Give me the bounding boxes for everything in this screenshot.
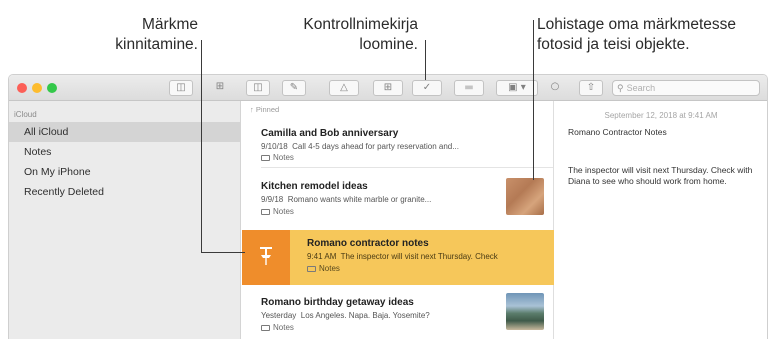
sidebar-toggle-icon: ◫ xyxy=(176,82,186,93)
sidebar-toggle-button[interactable]: ◫ xyxy=(169,80,193,96)
sidebar-item-all-icloud[interactable]: All iCloud xyxy=(9,122,241,142)
sidebar-item-label: On My iPhone xyxy=(24,166,91,178)
note-detail-pane[interactable]: September 12, 2018 at 9:41 AM Romano Con… xyxy=(555,101,767,339)
search-field[interactable]: ⚲ Search xyxy=(612,80,760,96)
note-item-camilla-bob[interactable]: Camilla and Bob anniversary 9/10/18 Call… xyxy=(242,101,554,165)
note-snippet: Los Angeles. Napa. Baja. Yosemite? xyxy=(300,311,430,320)
search-placeholder: Search xyxy=(626,83,656,93)
attachments-button[interactable]: ⊞ xyxy=(211,80,229,96)
callout-checklist-line-1: Kontrollnimekirja xyxy=(303,16,418,33)
lock-button[interactable]: △ xyxy=(329,80,359,96)
share-icon: ⇧ xyxy=(586,82,596,93)
trash-icon: ◫ xyxy=(253,82,263,93)
delete-button[interactable]: ◫ xyxy=(246,80,270,96)
search-icon: ⚲ xyxy=(617,83,624,93)
callout-drag-leader xyxy=(533,20,534,180)
note-meta: 9/10/18 Call 4-5 days ahead for party re… xyxy=(261,142,459,151)
note-date: Yesterday xyxy=(261,311,297,320)
notes-window: ◫ ⊞ ◫ ✎ △ ⊞ ✓ ▬ ▣ ▾ ○ ⇧ ⚲ Search iCloud … xyxy=(8,74,768,339)
collaborate-button[interactable]: ○ xyxy=(546,80,564,96)
note-thumbnail-image xyxy=(506,293,544,330)
note-folder-label: Notes xyxy=(273,207,294,216)
note-snippet: The inspector will visit next Thursday. … xyxy=(340,252,498,261)
callout-pin-line-1: Märkme xyxy=(142,16,198,33)
zoom-window-button[interactable] xyxy=(47,83,57,93)
minimize-window-button[interactable] xyxy=(32,83,42,93)
note-title: Kitchen remodel ideas xyxy=(261,181,368,192)
sidebar-item-label: Recently Deleted xyxy=(24,186,104,198)
note-folder-label: Notes xyxy=(273,323,294,332)
format-icon: ▬ xyxy=(464,82,474,93)
media-icon: ▣ ▾ xyxy=(508,82,526,93)
callout-checklist-line-2: loomine. xyxy=(359,36,418,53)
note-item-romano-contractor[interactable]: Romano contractor notes 9:41 AM The insp… xyxy=(242,230,554,285)
sidebar-item-label: Notes xyxy=(24,146,52,158)
pin-note-button[interactable] xyxy=(242,230,290,285)
format-button[interactable]: ▬ xyxy=(454,80,484,96)
note-folder: Notes xyxy=(307,264,340,273)
callout-pin-note: Märkme kinnitamine. xyxy=(64,15,198,55)
checklist-button[interactable]: ✓ xyxy=(412,80,442,96)
new-note-icon: ✎ xyxy=(289,82,299,93)
note-detail-date: September 12, 2018 at 9:41 AM xyxy=(604,111,718,120)
sidebar-item-notes[interactable]: Notes xyxy=(9,142,241,162)
note-thumbnail-image xyxy=(506,178,544,215)
note-meta: Yesterday Los Angeles. Napa. Baja. Yosem… xyxy=(261,311,430,320)
note-meta: 9/9/18 Romano wants white marble or gran… xyxy=(261,195,431,204)
note-folder-label: Notes xyxy=(273,153,294,162)
note-item-kitchen-remodel[interactable]: Kitchen remodel ideas 9/9/18 Romano want… xyxy=(242,168,554,230)
callout-create-checklist: Kontrollnimekirja loomine. xyxy=(252,15,418,55)
close-window-button[interactable] xyxy=(17,83,27,93)
collaborate-icon: ○ xyxy=(550,81,560,92)
note-folder: Notes xyxy=(261,207,294,216)
sidebar-item-recently-deleted[interactable]: Recently Deleted xyxy=(9,182,241,202)
share-button[interactable]: ⇧ xyxy=(579,80,603,96)
callout-pin-line-2: kinnitamine. xyxy=(115,36,198,53)
pin-icon xyxy=(260,247,272,265)
media-button[interactable]: ▣ ▾ xyxy=(496,80,538,96)
note-detail-body: The inspector will visit next Thursday. … xyxy=(568,165,753,186)
callout-pin-leader-vertical xyxy=(201,40,202,253)
note-item-romano-birthday[interactable]: Romano birthday getaway ideas Yesterday … xyxy=(242,287,554,339)
folder-icon xyxy=(261,324,270,331)
sidebar-item-on-my-iphone[interactable]: On My iPhone xyxy=(9,162,241,182)
callout-drag-line-2: fotosid ja teisi objekte. xyxy=(537,36,690,53)
note-folder: Notes xyxy=(261,153,294,162)
note-list: ↑ Pinned Camilla and Bob anniversary 9/1… xyxy=(242,101,554,339)
table-button[interactable]: ⊞ xyxy=(373,80,403,96)
checklist-icon: ✓ xyxy=(422,82,432,93)
note-detail-title: Romano Contractor Notes xyxy=(568,127,667,137)
callout-pin-leader-horizontal xyxy=(201,252,245,253)
note-folder: Notes xyxy=(261,323,294,332)
note-date: 9/10/18 xyxy=(261,142,288,151)
note-snippet: Romano wants white marble or granite... xyxy=(287,195,432,204)
note-date: 9/9/18 xyxy=(261,195,284,204)
folder-icon xyxy=(261,154,270,161)
sidebar-item-label: All iCloud xyxy=(24,126,69,138)
attachments-grid-icon: ⊞ xyxy=(215,81,225,92)
toolbar: ◫ ⊞ ◫ ✎ △ ⊞ ✓ ▬ ▣ ▾ ○ ⇧ ⚲ Search xyxy=(9,75,767,101)
sidebar: iCloud All iCloud Notes On My iPhone Rec… xyxy=(9,101,241,339)
callout-checklist-leader xyxy=(425,40,426,80)
folder-icon xyxy=(307,265,316,272)
callout-drag-items: Lohistage oma märkmetesse fotosid ja tei… xyxy=(537,15,773,55)
lock-icon: △ xyxy=(340,82,348,93)
new-note-button[interactable]: ✎ xyxy=(282,80,306,96)
note-meta: 9:41 AM The inspector will visit next Th… xyxy=(307,252,498,261)
sidebar-header: iCloud xyxy=(14,110,37,119)
note-title: Romano birthday getaway ideas xyxy=(261,297,414,308)
folder-icon xyxy=(261,208,270,215)
table-icon: ⊞ xyxy=(383,82,393,93)
note-snippet: Call 4-5 days ahead for party reservatio… xyxy=(292,142,459,151)
note-date: 9:41 AM xyxy=(307,252,337,261)
note-folder-label: Notes xyxy=(319,264,340,273)
callout-drag-line-1: Lohistage oma märkmetesse xyxy=(537,16,737,33)
note-title: Camilla and Bob anniversary xyxy=(261,128,399,139)
note-title: Romano contractor notes xyxy=(307,238,429,249)
